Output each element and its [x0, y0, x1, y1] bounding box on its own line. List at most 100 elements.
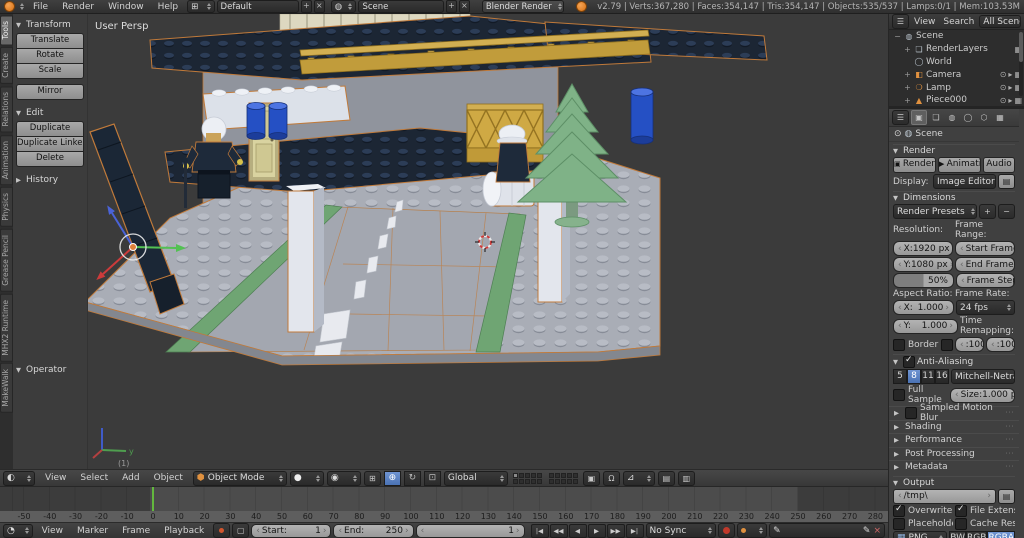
aa-size-field[interactable]: Size:1.000 px [950, 387, 1015, 403]
tool-tab-tools[interactable]: Tools [0, 15, 13, 46]
sampled-motion-blur-checkbox[interactable] [905, 407, 917, 420]
outliner-editor-icon[interactable]: ☰ [892, 14, 909, 29]
outliner-item-piece000[interactable]: + ▲ Piece000 ⊙ ▸ ▦ [889, 94, 1024, 106]
layer-toggle[interactable] [566, 472, 572, 478]
remap-new-field[interactable]: :100 [986, 337, 1015, 352]
tool-tab-makewalk[interactable]: MakeWalk [0, 363, 13, 414]
render-engine-select[interactable]: Blender Render [481, 0, 565, 13]
scene-icon[interactable]: ◍ [330, 0, 357, 13]
output-path-field[interactable]: /tmp\ [893, 488, 996, 504]
full-sample-checkbox[interactable] [893, 389, 905, 401]
history-panel-header[interactable]: ▶ History [16, 175, 84, 185]
layer-toggle[interactable] [566, 478, 572, 484]
pivot-center-select[interactable]: ◉ [326, 470, 361, 486]
frame-rate-select[interactable]: 24 fps [956, 300, 1015, 315]
layer-toggle[interactable] [572, 472, 578, 478]
keying-set-field[interactable]: ✎ ✎ × [769, 523, 886, 538]
remove-scene-button[interactable]: × [458, 0, 470, 13]
start-frame-field[interactable]: Start:1 [251, 523, 332, 538]
editor-type-stepper[interactable] [17, 1, 24, 12]
viewport-menu-add[interactable]: Add [115, 473, 146, 483]
disclosure-icon[interactable]: − [893, 32, 902, 41]
timeline-menu-frame[interactable]: Frame [115, 526, 157, 536]
resolution-x-field[interactable]: X:1920 px [893, 241, 953, 256]
end-frame-field[interactable]: End Frame:250 [955, 257, 1015, 272]
screen-layout-icon[interactable]: ⊞ [187, 0, 215, 13]
outliner-item-renderlayers[interactable]: +❏RenderLayers▦ [889, 43, 1024, 56]
audio-button[interactable]: Audio [983, 157, 1015, 173]
aa-samples-5[interactable]: 5 [893, 369, 907, 384]
metadata-panel-header[interactable]: ▶ Metadata ⋯ [889, 460, 1019, 474]
layer-toggle[interactable] [524, 472, 530, 478]
frame-step-field[interactable]: Frame Step:1 [956, 273, 1015, 288]
layer-toggle[interactable] [536, 472, 542, 478]
viewport-3d[interactable]: y (1) User Persp [88, 14, 888, 469]
pivot-align-toggle[interactable]: ⊞ [363, 470, 381, 486]
disclosure-icon[interactable]: + [903, 45, 912, 54]
aa-samples-11[interactable]: 11 [921, 369, 935, 384]
remove-preset-button[interactable]: − [998, 204, 1015, 219]
aa-filter-select[interactable]: Mitchell-Netravali [951, 369, 1015, 384]
performance-panel-header[interactable]: ▶ Performance ⋯ [889, 433, 1019, 447]
timeline-menu-playback[interactable]: Playback [157, 526, 211, 536]
overwrite-checkbox[interactable] [893, 504, 905, 517]
editor-type-icon[interactable]: ◐ [3, 470, 35, 486]
border-checkbox[interactable] [893, 338, 905, 351]
render-toggle-icon[interactable]: ▦ [1014, 96, 1022, 105]
tab-render[interactable]: ▣ [911, 110, 927, 125]
scene-select[interactable]: Scene [358, 0, 445, 13]
render-opengl-anim-icon[interactable]: ▥ [677, 470, 695, 486]
duplicate-button[interactable]: Duplicate [16, 121, 84, 137]
aspect-x-field[interactable]: X:1.000 [893, 300, 954, 315]
outliner-item-world[interactable]: ◯ World [889, 56, 1024, 69]
layer-toggle[interactable] [548, 472, 554, 478]
layers-group-1[interactable] [512, 472, 542, 484]
manipulator-rotate-toggle[interactable]: ↻ [403, 470, 421, 486]
post-processing-panel-header[interactable]: ▶ Post Processing ⋯ [889, 446, 1019, 461]
tab-scene[interactable]: ◍ [945, 111, 959, 124]
tool-tab-create[interactable]: Create [0, 47, 13, 85]
pin-icon[interactable]: ⊙ [894, 129, 902, 139]
properties-editor-icon[interactable]: ☰ [892, 110, 909, 125]
screen-layout-select[interactable]: Default [216, 0, 299, 13]
color-mode-rgb[interactable]: RGB [966, 530, 988, 538]
menu-window[interactable]: Window [101, 2, 151, 12]
menu-file[interactable]: File [26, 2, 55, 12]
layer-toggle[interactable] [512, 472, 518, 478]
outliner-item-lamp[interactable]: +❍Lamp⊙▸▦ [889, 81, 1024, 94]
viewport-menu-object[interactable]: Object [147, 473, 190, 483]
tab-texture[interactable]: ▦ [993, 111, 1007, 124]
layer-toggle[interactable] [554, 478, 560, 484]
render-presets-select[interactable]: Render Presets [893, 204, 977, 219]
file-browse-icon[interactable]: ▤ [998, 488, 1015, 504]
lock-time-cursor-toggle[interactable]: ▢ [232, 523, 250, 538]
timeline-menu-marker[interactable]: Marker [70, 526, 115, 536]
tool-tab-physics[interactable]: Physics [0, 187, 13, 227]
layer-toggle[interactable] [524, 478, 530, 484]
auto-keying-select[interactable] [737, 523, 768, 538]
resolution-y-field[interactable]: Y:1080 px [893, 257, 953, 272]
outliner-scrollbar[interactable] [1019, 32, 1023, 96]
add-preset-button[interactable]: + [979, 204, 996, 219]
outliner-search-menu[interactable]: Search [940, 17, 977, 27]
jump-end-button[interactable]: ▶| [625, 523, 644, 538]
lock-interface-icon[interactable]: ▤ [998, 174, 1015, 189]
blender-logo-icon[interactable] [4, 1, 15, 12]
operator-panel-header[interactable]: ▼ Operator [16, 365, 84, 375]
rotate-button[interactable]: Rotate [16, 48, 84, 64]
antialiasing-checkbox[interactable] [903, 355, 915, 368]
viewport-shading-select[interactable]: ● [289, 470, 324, 486]
select-toggle-icon[interactable]: ▸ [1008, 83, 1012, 92]
tab-object[interactable]: ⬡ [977, 111, 991, 124]
menu-render[interactable]: Render [55, 2, 101, 12]
layers-group-2[interactable] [548, 472, 578, 484]
scene-canvas[interactable]: y (1) [88, 14, 888, 469]
tab-render-layers[interactable]: ❏ [929, 111, 943, 124]
disclosure-icon[interactable]: + [903, 70, 912, 79]
file-extensions-checkbox[interactable] [955, 504, 967, 517]
duplicate-linked-button[interactable]: Duplicate Linked [16, 136, 84, 152]
timeline-tracks[interactable] [0, 487, 888, 512]
tool-tab-animation[interactable]: Animation [0, 134, 13, 186]
preview-range-toggle[interactable] [213, 523, 231, 538]
tool-tab-relations[interactable]: Relations [0, 86, 13, 133]
